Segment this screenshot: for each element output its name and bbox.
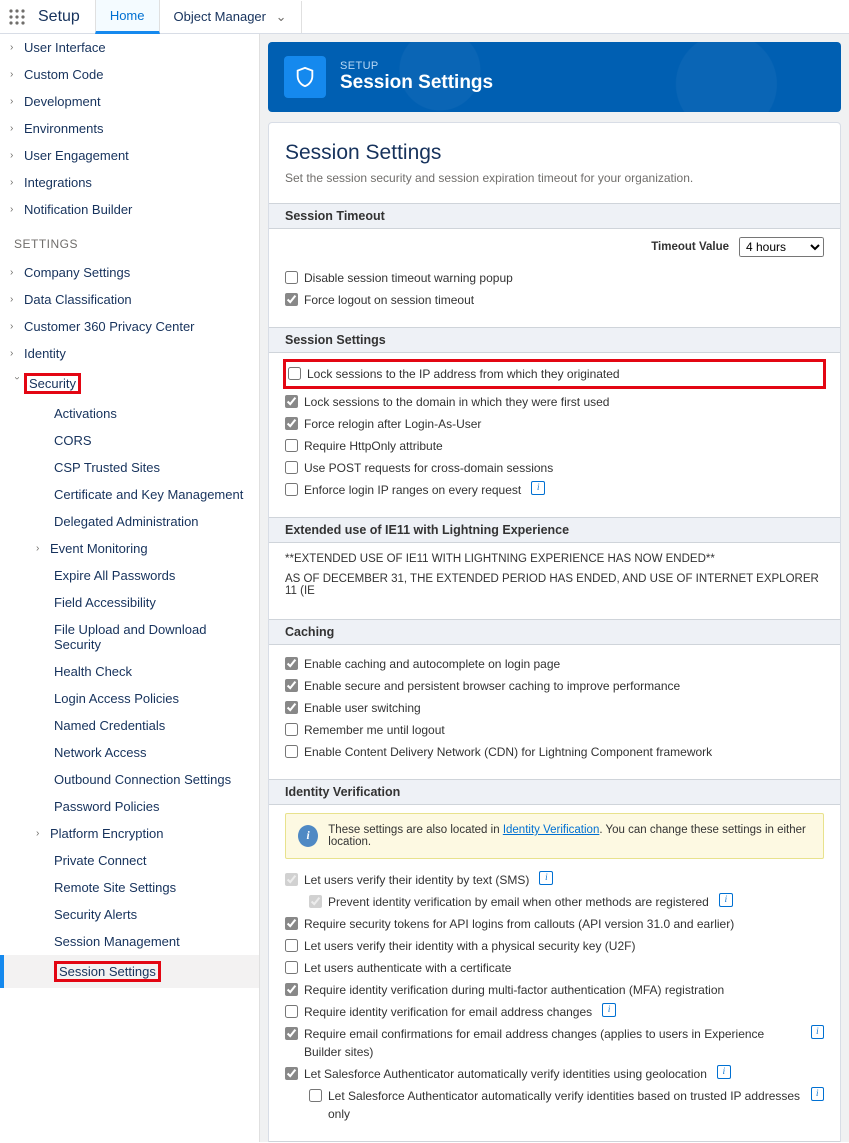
ie11-line2: AS OF DECEMBER 31, THE EXTENDED PERIOD H… [285, 571, 824, 603]
sidebar-item-remote-site-settings[interactable]: Remote Site Settings [0, 874, 259, 901]
info-icon[interactable]: i [811, 1025, 824, 1039]
sidebar-item-data-classification[interactable]: ›Data Classification [0, 286, 259, 313]
tab-object-manager-label: Object Manager [174, 9, 267, 24]
section-head-session: Session Settings [269, 328, 840, 353]
section-ie11: Extended use of IE11 with Lightning Expe… [269, 517, 840, 619]
timeout-value-select[interactable]: 4 hours [739, 237, 824, 257]
sidebar-item-development[interactable]: ›Development [0, 88, 259, 115]
identity-notice: i These settings are also located in Ide… [285, 813, 824, 859]
panel-description: Set the session security and session exp… [269, 171, 840, 203]
sidebar-item-delegated-admin[interactable]: Delegated Administration [0, 508, 259, 535]
ie11-line1: **EXTENDED USE OF IE11 WITH LIGHTNING EX… [285, 551, 824, 571]
sidebar-item-outbound-connection[interactable]: Outbound Connection Settings [0, 766, 259, 793]
sidebar-item-session-settings[interactable]: Session Settings [0, 955, 259, 988]
sidebar-item-field-accessibility[interactable]: Field Accessibility [0, 589, 259, 616]
section-lightning-login: Lightning Login Allow Lightning Login Al… [269, 1141, 840, 1142]
chk-email-confirm[interactable] [285, 1027, 298, 1040]
header-supertitle: SETUP [340, 60, 493, 72]
info-circle-icon: i [298, 825, 318, 847]
section-head-caching: Caching [269, 620, 840, 645]
panel-heading: Session Settings [269, 141, 840, 171]
sidebar-item-platform-encryption[interactable]: ›Platform Encryption [0, 820, 259, 847]
chk-enforce-ip-ranges[interactable] [285, 483, 298, 496]
chk-force-logout[interactable] [285, 293, 298, 306]
info-icon[interactable]: i [719, 893, 733, 907]
chk-httponly[interactable] [285, 439, 298, 452]
setup-title: Setup [34, 8, 95, 26]
chk-post-cross-domain[interactable] [285, 461, 298, 474]
section-identity: Identity Verification i These settings a… [269, 779, 840, 1141]
sidebar-item-customer-360-privacy[interactable]: ›Customer 360 Privacy Center [0, 313, 259, 340]
sidebar-item-event-monitoring[interactable]: ›Event Monitoring [0, 535, 259, 562]
chk-authenticator-geo[interactable] [285, 1067, 298, 1080]
sidebar-item-network-access[interactable]: Network Access [0, 739, 259, 766]
sidebar-item-csp-trusted-sites[interactable]: CSP Trusted Sites [0, 454, 259, 481]
chk-email-change-verify[interactable] [285, 1005, 298, 1018]
chk-verify-sms [285, 873, 298, 886]
sidebar-item-security-alerts[interactable]: Security Alerts [0, 901, 259, 928]
sidebar-item-security[interactable]: ›Security [0, 367, 259, 400]
chk-disable-timeout-warning[interactable] [285, 271, 298, 284]
sidebar-item-company-settings[interactable]: ›Company Settings [0, 259, 259, 286]
section-head-ie11: Extended use of IE11 with Lightning Expe… [269, 518, 840, 543]
chk-user-switching[interactable] [285, 701, 298, 714]
section-head-identity: Identity Verification [269, 780, 840, 805]
chk-lock-domain[interactable] [285, 395, 298, 408]
sidebar-item-expire-passwords[interactable]: Expire All Passwords [0, 562, 259, 589]
chk-require-tokens[interactable] [285, 917, 298, 930]
page-header: SETUP Session Settings [268, 42, 841, 112]
chk-cdn[interactable] [285, 745, 298, 758]
sidebar-item-custom-code[interactable]: ›Custom Code [0, 61, 259, 88]
sidebar-item-user-interface[interactable]: ›User Interface [0, 34, 259, 61]
sidebar-item-named-credentials[interactable]: Named Credentials [0, 712, 259, 739]
tab-home[interactable]: Home [95, 0, 160, 34]
info-icon[interactable]: i [717, 1065, 731, 1079]
info-icon[interactable]: i [539, 871, 553, 885]
sidebar-item-health-check[interactable]: Health Check [0, 658, 259, 685]
chk-mfa-registration[interactable] [285, 983, 298, 996]
chk-certificate[interactable] [285, 961, 298, 974]
section-session-timeout: Session Timeout Timeout Value 4 hours Di… [269, 203, 840, 327]
info-icon[interactable]: i [531, 481, 545, 495]
sidebar-item-password-policies[interactable]: Password Policies [0, 793, 259, 820]
sidebar-item-identity[interactable]: ›Identity [0, 340, 259, 367]
sidebar-item-activations[interactable]: Activations [0, 400, 259, 427]
tab-object-manager[interactable]: Object Manager ⌄ [160, 1, 302, 33]
main-content: SETUP Session Settings Session Settings … [260, 34, 849, 1142]
chk-u2f[interactable] [285, 939, 298, 952]
page-title: Session Settings [340, 72, 493, 94]
shield-icon [284, 56, 326, 98]
chk-authenticator-ip[interactable] [309, 1089, 322, 1102]
chk-force-relogin[interactable] [285, 417, 298, 430]
sidebar-item-file-upload-security[interactable]: File Upload and Download Security [0, 616, 259, 658]
sidebar-item-certificate-key-mgmt[interactable]: Certificate and Key Management [0, 481, 259, 508]
timeout-value-label: Timeout Value [651, 241, 729, 253]
settings-header: SETTINGS [0, 223, 259, 259]
sidebar-item-cors[interactable]: CORS [0, 427, 259, 454]
sidebar-item-private-connect[interactable]: Private Connect [0, 847, 259, 874]
chevron-down-icon: ⌄ [276, 9, 287, 24]
app-launcher-icon[interactable] [0, 9, 34, 25]
info-icon[interactable]: i [602, 1003, 616, 1017]
sidebar-item-notification-builder[interactable]: ›Notification Builder [0, 196, 259, 223]
chk-cache-login[interactable] [285, 657, 298, 670]
sidebar-item-environments[interactable]: ›Environments [0, 115, 259, 142]
section-session-settings: Session Settings Lock sessions to the IP… [269, 327, 840, 517]
chk-lock-ip[interactable] [288, 367, 301, 380]
identity-verification-link[interactable]: Identity Verification [503, 824, 600, 836]
settings-panel: Session Settings Set the session securit… [268, 122, 841, 1142]
sidebar-item-user-engagement[interactable]: ›User Engagement [0, 142, 259, 169]
chk-remember-me[interactable] [285, 723, 298, 736]
info-icon[interactable]: i [811, 1087, 824, 1101]
section-caching: Caching Enable caching and autocomplete … [269, 619, 840, 779]
sidebar-item-integrations[interactable]: ›Integrations [0, 169, 259, 196]
global-header: Setup Home Object Manager ⌄ [0, 0, 849, 34]
chk-prevent-email-verify [309, 895, 322, 908]
sidebar-item-session-management[interactable]: Session Management [0, 928, 259, 955]
chk-cache-browser[interactable] [285, 679, 298, 692]
section-head-timeout: Session Timeout [269, 204, 840, 229]
sidebar-item-login-access-policies[interactable]: Login Access Policies [0, 685, 259, 712]
setup-tree: ›User Interface ›Custom Code ›Developmen… [0, 34, 260, 1142]
